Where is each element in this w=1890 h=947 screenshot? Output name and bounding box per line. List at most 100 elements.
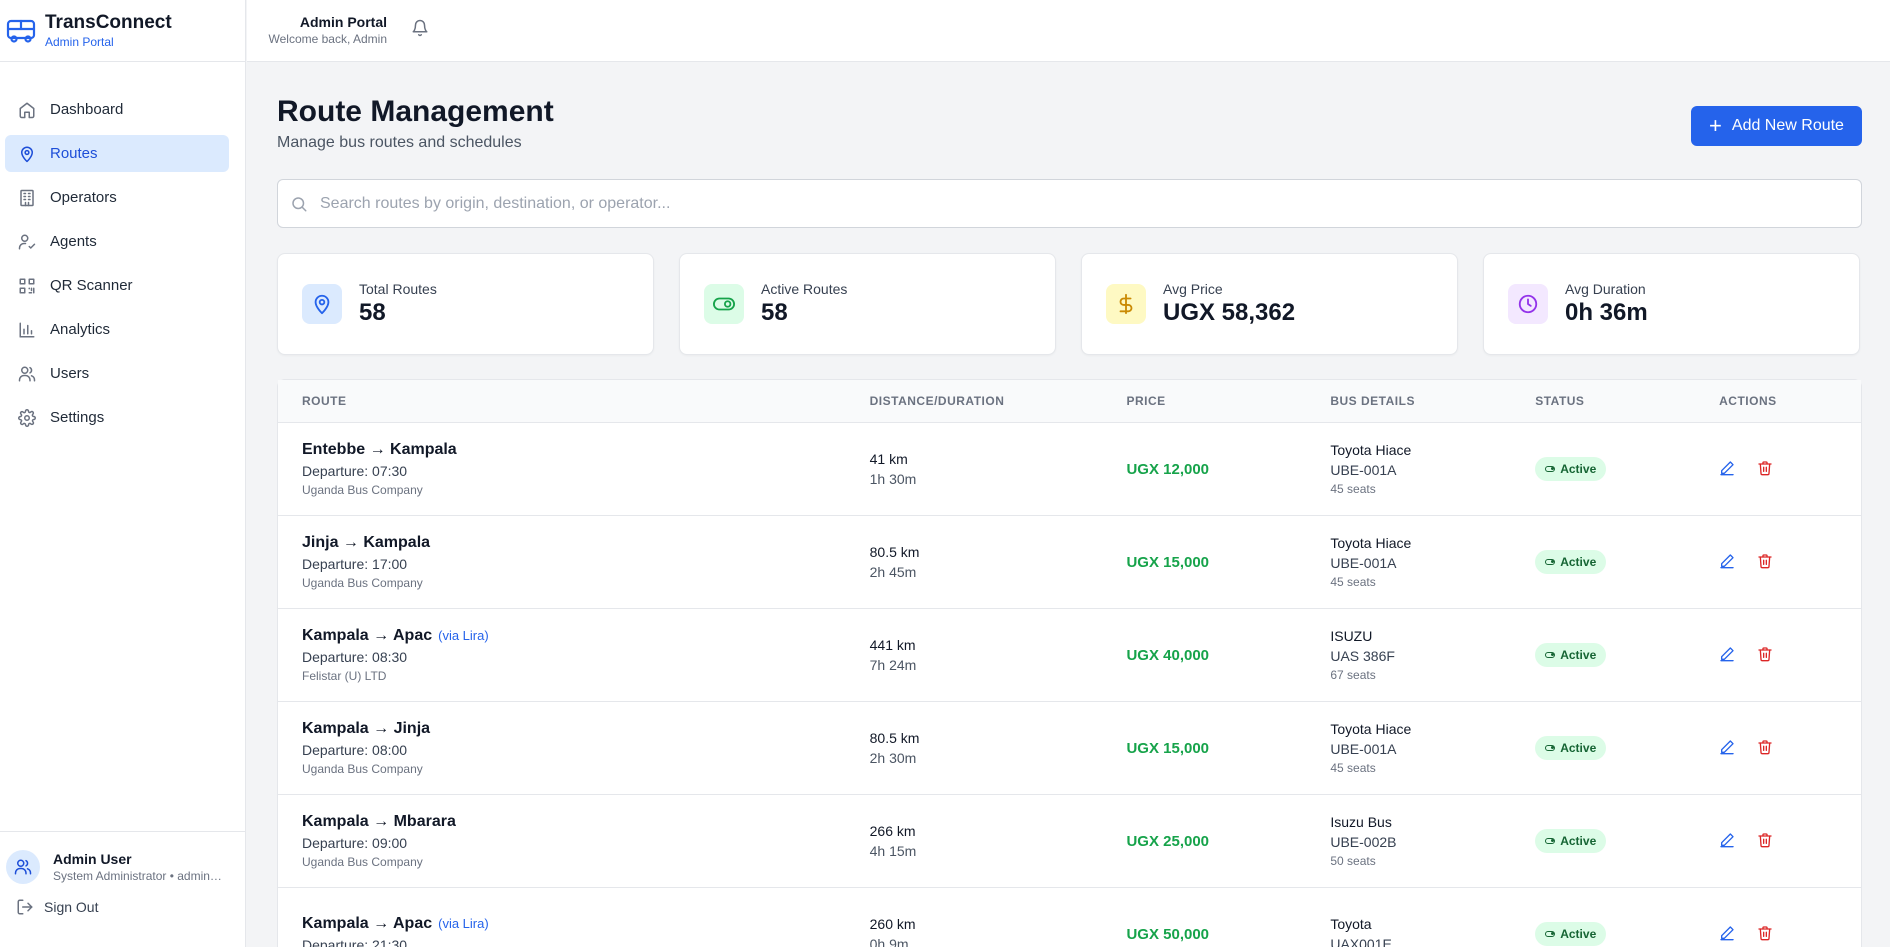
column-header: Status (1535, 394, 1585, 408)
status-badge: Active (1535, 457, 1607, 481)
status-cell: Active (1535, 736, 1711, 760)
distance: 41 km (869, 451, 908, 467)
table-row[interactable]: Kampala → Jinja Departure: 08:00 Uganda … (278, 701, 1861, 794)
price: UGX 15,000 (1126, 739, 1210, 757)
bus-plate: UBE-001A (1330, 462, 1397, 478)
status-badge: Active (1535, 643, 1607, 667)
table-header: Route Distance/Duration Price Bus Detail… (278, 380, 1861, 422)
distance: 80.5 km (869, 730, 920, 746)
toggle-icon (1545, 466, 1556, 472)
price: UGX 40,000 (1126, 646, 1210, 664)
trash-icon[interactable] (1757, 553, 1775, 571)
brand[interactable]: TransConnect Admin Portal (0, 0, 245, 62)
edit-icon[interactable] (1719, 646, 1737, 664)
top-bar: Admin Portal Welcome back, Admin (247, 0, 1890, 62)
trash-icon[interactable] (1757, 646, 1775, 664)
trash-icon[interactable] (1757, 925, 1775, 943)
bus-plate: UAX001E (1330, 936, 1392, 947)
sidebar-item-label: Operators (50, 189, 117, 206)
price: UGX 15,000 (1126, 553, 1210, 571)
trash-icon[interactable] (1757, 739, 1775, 757)
map-pin-icon (302, 284, 342, 324)
status-cell: Active (1535, 643, 1711, 667)
table-row[interactable]: Kampala → Apac (via Lira) Departure: 08:3… (278, 608, 1861, 701)
table-row[interactable]: Kampala → Mbarara Departure: 09:00 Ugand… (278, 794, 1861, 887)
bar-chart-icon (17, 320, 37, 340)
search-input[interactable] (320, 194, 1820, 213)
stat-card-total-routes: Total Routes 58 (277, 253, 654, 355)
table-row[interactable]: Jinja → Kampala Departure: 17:00 Uganda … (278, 515, 1861, 608)
bus-model: ISUZU (1330, 628, 1373, 644)
add-new-route-button[interactable]: + Add New Route (1691, 106, 1862, 146)
sidebar-item-routes[interactable]: Routes (5, 135, 229, 172)
page-title: Route Management (277, 95, 554, 128)
bus-cell: Toyota Hiace UBE-001A 45 seats (1330, 440, 1535, 498)
clock-icon (1508, 284, 1548, 324)
table-row[interactable]: Entebbe → Kampala Departure: 07:30 Ugand… (278, 422, 1861, 515)
user-profile[interactable]: Admin User System Administrator • admin@… (0, 832, 246, 884)
status-text: Active (1560, 648, 1597, 662)
sidebar-nav: Dashboard Routes Operators Agents QR Sca… (0, 62, 245, 436)
duration: 1h 30m (869, 471, 917, 487)
edit-icon[interactable] (1719, 832, 1737, 850)
stat-value: 58 (761, 299, 788, 326)
actions-cell (1711, 832, 1861, 850)
bus-model: Isuzu Bus (1330, 814, 1392, 830)
status-badge: Active (1535, 736, 1607, 760)
departure-time: Departure: 21:30 (302, 937, 408, 947)
operator-name: Felistar (U) LTD (302, 669, 387, 683)
sidebar-item-dashboard[interactable]: Dashboard (5, 91, 229, 128)
route-name: Entebbe → Kampala (302, 441, 457, 458)
status-cell: Active (1535, 550, 1711, 574)
sidebar-item-label: Routes (50, 145, 98, 162)
trash-icon[interactable] (1757, 460, 1775, 478)
sidebar-item-settings[interactable]: Settings (5, 399, 229, 436)
distance-cell: 41 km 1h 30m (870, 449, 1127, 489)
sidebar-item-analytics[interactable]: Analytics (5, 311, 229, 348)
column-header: Actions (1719, 394, 1777, 408)
bell-icon[interactable] (411, 19, 431, 39)
table-row[interactable]: Kampala → Apac (via Lira) Departure: 21:3… (278, 887, 1861, 947)
route-name: Jinja → Kampala (302, 534, 431, 551)
status-cell: Active (1535, 922, 1711, 946)
distance: 260 km (869, 916, 916, 932)
bus-plate: UBE-001A (1330, 555, 1397, 571)
route-name: Kampala → Apac (302, 915, 433, 932)
bus-cell: Toyota UAX001E (1330, 914, 1535, 947)
sidebar-item-qr-scanner[interactable]: QR Scanner (5, 267, 229, 304)
qr-code-icon (17, 276, 37, 296)
brand-name: TransConnect (45, 11, 172, 33)
dollar-icon (1106, 284, 1146, 324)
route-cell: Kampala → Mbarara Departure: 09:00 Ugand… (278, 811, 870, 871)
departure-time: Departure: 08:30 (302, 649, 408, 665)
edit-icon[interactable] (1719, 925, 1737, 943)
bus-plate: UBE-002B (1330, 834, 1397, 850)
sidebar-item-label: Dashboard (50, 101, 124, 118)
sidebar-item-label: Users (50, 365, 90, 382)
edit-icon[interactable] (1719, 739, 1737, 757)
stat-label: Active Routes (761, 281, 848, 297)
routes-table: Route Distance/Duration Price Bus Detail… (277, 379, 1862, 947)
sidebar-item-operators[interactable]: Operators (5, 179, 229, 216)
add-new-route-label: Add New Route (1731, 117, 1844, 134)
plus-icon: + (1709, 113, 1722, 138)
departure-time: Departure: 09:00 (302, 835, 408, 851)
route-cell: Jinja → Kampala Departure: 17:00 Uganda … (278, 532, 870, 592)
distance-cell: 266 km 4h 15m (870, 821, 1127, 861)
edit-icon[interactable] (1719, 553, 1737, 571)
toggle-icon (1545, 559, 1556, 565)
actions-cell (1711, 553, 1861, 571)
top-title-text: Admin Portal (299, 14, 387, 30)
edit-icon[interactable] (1719, 460, 1737, 478)
sidebar-item-label: Agents (50, 233, 97, 250)
actions-cell (1711, 646, 1861, 664)
sidebar-item-label: Settings (50, 409, 105, 426)
distance: 80.5 km (869, 544, 920, 560)
column-header: Distance/Duration (869, 394, 1005, 408)
user-check-icon (17, 232, 37, 252)
sign-out-button[interactable]: Sign Out (0, 884, 246, 916)
sidebar-item-users[interactable]: Users (5, 355, 229, 392)
avatar (6, 850, 40, 884)
sidebar-item-agents[interactable]: Agents (5, 223, 229, 260)
trash-icon[interactable] (1757, 832, 1775, 850)
